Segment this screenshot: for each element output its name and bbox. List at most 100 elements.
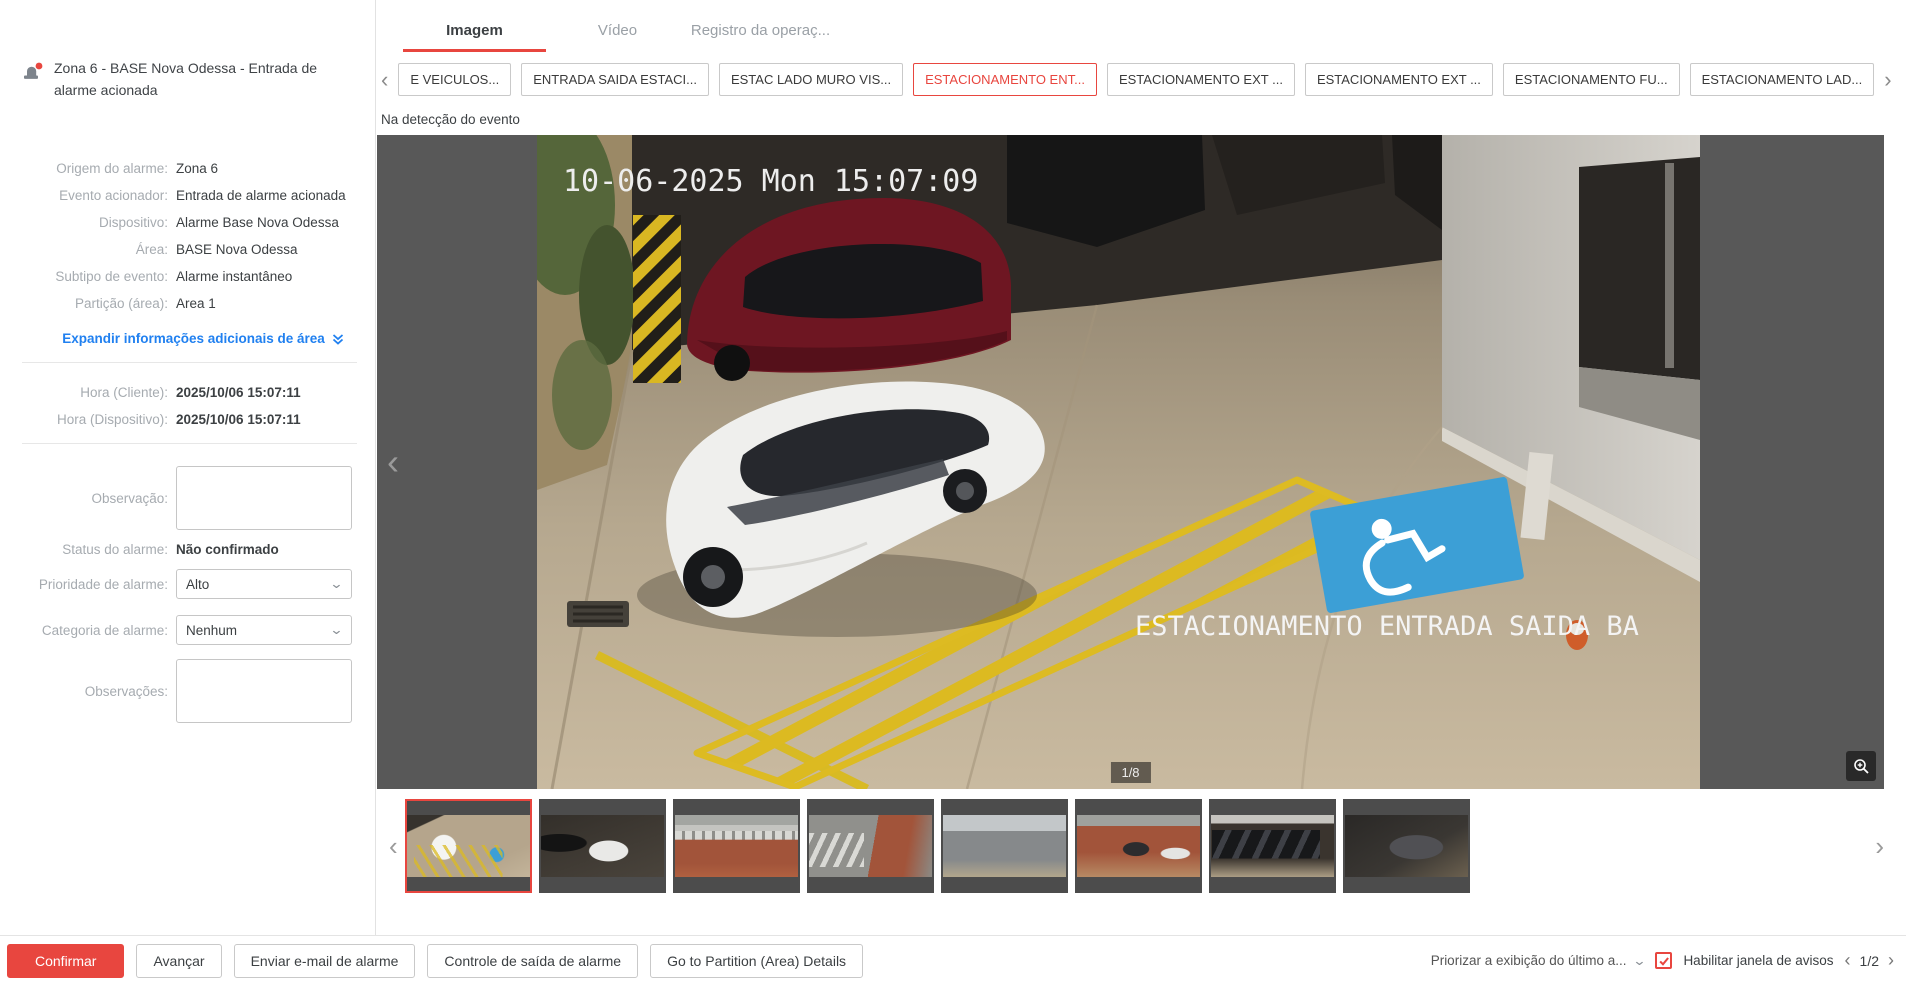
time-label: Hora (Dispositivo):: [22, 412, 168, 427]
field-value: Alarme instantâneo: [176, 269, 292, 284]
camera-chip[interactable]: ESTAC LADO MURO VIS...: [719, 63, 903, 96]
field-value: Area 1: [176, 296, 216, 311]
time-row: Hora (Dispositivo): 2025/10/06 15:07:11: [22, 412, 357, 427]
thumbnail[interactable]: [1343, 799, 1470, 893]
enable-popup-checkbox[interactable]: [1655, 952, 1672, 969]
chevron-left-icon[interactable]: ‹: [387, 441, 399, 483]
forward-button[interactable]: Avançar: [136, 944, 221, 978]
event-snapshot: 10-06-2025 Mon 15:07:09 ESTACIONAMENTO E…: [537, 135, 1700, 789]
remark-label: Observação:: [22, 491, 168, 506]
field-label: Evento acionador:: [22, 188, 168, 203]
thumbnail-image: [541, 815, 664, 877]
field-row: Evento acionador: Entrada de alarme acio…: [22, 188, 357, 203]
category-select[interactable]: Nenhum ⌄: [176, 615, 352, 645]
thumbnail[interactable]: [539, 799, 666, 893]
field-row: Partição (área): Area 1: [22, 296, 357, 311]
thumbnail[interactable]: [673, 799, 800, 893]
camera-chip-bar: ‹ E VEICULOS... ENTRADA SAIDA ESTACI... …: [381, 63, 1884, 96]
checkmark-icon: [1658, 955, 1670, 967]
priority-row: Prioridade de alarme: Alto ⌄: [22, 569, 357, 599]
chevron-right-icon[interactable]: ›: [1875, 833, 1884, 859]
tab-video[interactable]: Vídeo: [546, 22, 689, 52]
thumbnail[interactable]: [941, 799, 1068, 893]
camera-chip-selected[interactable]: ESTACIONAMENTO ENT...: [913, 63, 1097, 96]
double-chevron-down-icon: [331, 332, 345, 346]
priority-selected-value: Alto: [186, 577, 209, 592]
field-label: Área:: [22, 242, 168, 257]
field-row: Área: BASE Nova Odessa: [22, 242, 357, 257]
remark-textarea[interactable]: [176, 466, 352, 530]
priority-select[interactable]: Alto ⌄: [176, 569, 352, 599]
alarm-title: Zona 6 - BASE Nova Odessa - Entrada de a…: [54, 58, 336, 101]
magnifier-plus-icon: [1852, 757, 1870, 775]
expand-area-info-link[interactable]: Expandir informações adicionais de área: [50, 331, 357, 346]
thumbnail-selected[interactable]: [405, 799, 532, 893]
category-selected-value: Nenhum: [186, 623, 237, 638]
status-value: Não confirmado: [176, 542, 279, 557]
comments-row: Observações:: [22, 659, 357, 723]
chevron-down-icon: ⌄: [329, 576, 343, 592]
thumbnail[interactable]: [807, 799, 934, 893]
chevron-right-icon[interactable]: ›: [1884, 69, 1891, 91]
thumbnail-image: [1077, 815, 1200, 877]
thumbnail[interactable]: [1209, 799, 1336, 893]
image-page-badge: 1/8: [1110, 762, 1150, 783]
field-label: Origem do alarme:: [22, 161, 168, 176]
osd-timestamp: 10-06-2025 Mon 15:07:09: [563, 164, 978, 199]
category-label: Categoria de alarme:: [22, 623, 168, 638]
comments-label: Observações:: [22, 684, 168, 699]
enable-popup-label: Habilitar janela de avisos: [1683, 953, 1833, 968]
comments-textarea[interactable]: [176, 659, 352, 723]
field-value: Entrada de alarme acionada: [176, 188, 346, 203]
priority-label: Prioridade de alarme:: [22, 577, 168, 592]
send-alarm-email-button[interactable]: Enviar e-mail de alarme: [234, 944, 416, 978]
event-image-viewer[interactable]: 10-06-2025 Mon 15:07:09 ESTACIONAMENTO E…: [377, 135, 1884, 789]
divider: [22, 443, 357, 444]
field-label: Partição (área):: [22, 296, 168, 311]
time-value: 2025/10/06 15:07:11: [176, 385, 301, 400]
action-bar: Confirmar Avançar Enviar e-mail de alarm…: [0, 935, 1906, 985]
tab-imagem[interactable]: Imagem: [403, 22, 546, 52]
chevron-left-icon[interactable]: ‹: [389, 833, 398, 859]
chevron-right-icon[interactable]: ›: [1888, 950, 1894, 971]
alarm-output-control-button[interactable]: Controle de saída de alarme: [427, 944, 638, 978]
go-to-partition-details-button[interactable]: Go to Partition (Area) Details: [650, 944, 863, 978]
camera-chip[interactable]: ESTACIONAMENTO EXT ...: [1107, 63, 1295, 96]
status-label: Status do alarme:: [22, 542, 168, 557]
thumbnail-image: [943, 815, 1066, 877]
chevron-left-icon[interactable]: ‹: [1845, 950, 1851, 971]
media-tabs: Imagem Vídeo Registro da operaç...: [403, 22, 1906, 52]
confirm-button[interactable]: Confirmar: [7, 944, 124, 978]
field-row: Dispositivo: Alarme Base Nova Odessa: [22, 215, 357, 230]
time-row: Hora (Cliente): 2025/10/06 15:07:11: [22, 385, 357, 400]
camera-chip[interactable]: ENTRADA SAIDA ESTACI...: [521, 63, 709, 96]
thumbnail-image: [1211, 815, 1334, 877]
field-row: Origem do alarme: Zona 6: [22, 161, 357, 176]
thumbnail[interactable]: [1075, 799, 1202, 893]
camera-chip[interactable]: ESTACIONAMENTO LAD...: [1690, 63, 1875, 96]
category-row: Categoria de alarme: Nenhum ⌄: [22, 615, 357, 645]
display-priority-dropdown[interactable]: Priorizar a exibição do último a... ⌄: [1431, 953, 1645, 969]
alarm-media-panel: Imagem Vídeo Registro da operaç... ‹ E V…: [377, 0, 1906, 935]
tab-registro-operacao[interactable]: Registro da operaç...: [689, 22, 832, 52]
pager-value: 1/2: [1860, 953, 1879, 969]
camera-chip[interactable]: ESTACIONAMENTO FU...: [1503, 63, 1680, 96]
time-value: 2025/10/06 15:07:11: [176, 412, 301, 427]
alarm-details-sidebar: Zona 6 - BASE Nova Odessa - Entrada de a…: [0, 0, 376, 935]
thumbnail-strip: ‹ ›: [389, 799, 1884, 893]
divider: [22, 362, 357, 363]
chevron-left-icon[interactable]: ‹: [381, 69, 388, 91]
field-row: Subtipo de evento: Alarme instantâneo: [22, 269, 357, 284]
zoom-in-button[interactable]: [1846, 751, 1876, 781]
chevron-down-icon: ⌄: [329, 622, 343, 638]
thumbnail-image: [809, 815, 932, 877]
camera-chip[interactable]: ESTACIONAMENTO EXT ...: [1305, 63, 1493, 96]
field-label: Subtipo de evento:: [22, 269, 168, 284]
alarm-siren-icon: [22, 61, 44, 83]
thumbnail-image: [1345, 815, 1468, 877]
time-label: Hora (Cliente):: [22, 385, 168, 400]
camera-chip[interactable]: E VEICULOS...: [398, 63, 511, 96]
thumbnail-image: [675, 815, 798, 877]
status-row: Status do alarme: Não confirmado: [22, 542, 357, 557]
event-detection-label: Na detecção do evento: [381, 112, 1906, 127]
